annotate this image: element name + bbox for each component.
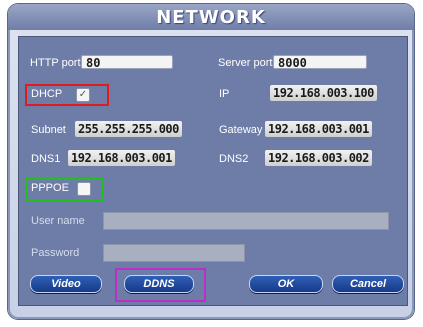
password-label: Password (31, 247, 80, 259)
check-icon: ✓ (78, 89, 88, 100)
cancel-button[interactable]: Cancel (332, 275, 404, 293)
dns1-label: DNS1 (31, 153, 61, 165)
pppoe-checkbox[interactable] (77, 182, 91, 196)
dns1-value[interactable]: 192.168.003.001 (68, 150, 175, 166)
http-port-label: HTTP port (30, 57, 81, 69)
video-button[interactable]: Video (30, 275, 102, 293)
dhcp-checkbox[interactable]: ✓ (76, 88, 90, 102)
subnet-value[interactable]: 255.255.255.000 (75, 121, 182, 137)
dialog-title: NETWORK (156, 7, 266, 28)
gateway-label: Gateway (219, 124, 263, 136)
subnet-label: Subnet (31, 124, 66, 136)
ddns-button[interactable]: DDNS (124, 275, 194, 293)
gateway-value[interactable]: 192.168.003.001 (265, 121, 372, 137)
server-port-input[interactable]: 8000 (273, 55, 367, 70)
password-input[interactable] (103, 244, 245, 262)
ok-button[interactable]: OK (249, 275, 323, 293)
server-port-label: Server port (218, 57, 273, 69)
dhcp-label: DHCP (31, 88, 63, 100)
pppoe-label: PPPOE (31, 182, 69, 194)
settings-panel (18, 36, 408, 306)
ip-value[interactable]: 192.168.003.100 (270, 85, 377, 101)
ip-label: IP (219, 88, 230, 100)
dns2-value[interactable]: 192.168.003.002 (265, 150, 372, 166)
http-port-input[interactable]: 80 (81, 55, 173, 70)
user-name-label: User name (31, 215, 85, 227)
dns2-label: DNS2 (219, 153, 249, 165)
dialog-titlebar: NETWORK (8, 4, 414, 30)
user-name-input[interactable] (103, 212, 389, 230)
